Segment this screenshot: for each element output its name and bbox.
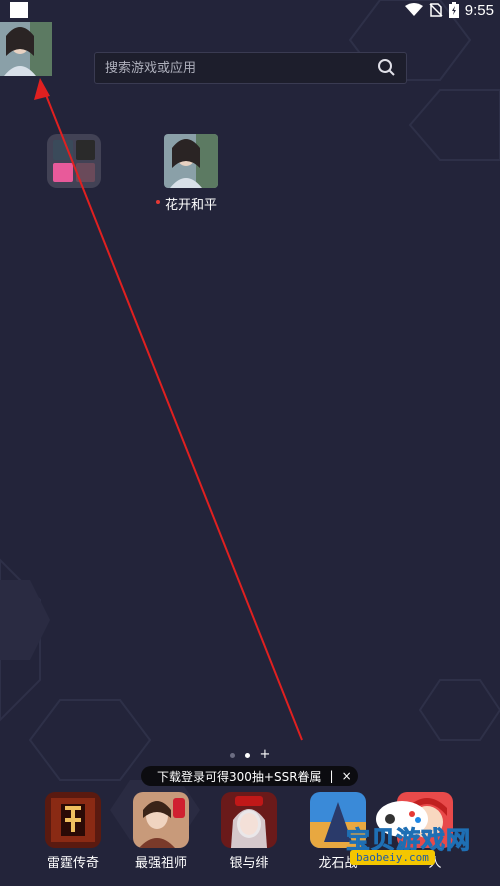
clock: 9:55	[464, 1, 494, 19]
dock-item-label: 银与绯	[229, 856, 269, 871]
floating-app-avatar[interactable]	[0, 22, 52, 76]
status-bar: 9:55	[0, 0, 500, 20]
battery-charging-icon	[448, 2, 459, 18]
search-input[interactable]	[95, 59, 376, 77]
yin-yu-fei-icon	[221, 792, 277, 848]
search-bar[interactable]	[94, 52, 407, 84]
promo-banner[interactable]: 下载登录可得300抽+SSR眷属 | ×	[141, 766, 358, 786]
wifi-icon	[404, 3, 423, 16]
page-indicator[interactable]: +	[0, 748, 500, 761]
page-dot-active[interactable]	[244, 752, 250, 758]
page-dot[interactable]	[229, 752, 235, 758]
zuiqiang-zushi-icon	[133, 792, 189, 848]
app-label: 花开和平	[165, 198, 218, 213]
folder-app-thumb	[75, 162, 95, 182]
folder-app-thumb	[53, 162, 73, 182]
new-badge-dot	[156, 200, 160, 204]
leiting-chuanqi-icon	[45, 792, 101, 848]
dock-item-label: 雷霆传奇	[46, 856, 99, 871]
promo-banner-text: 下载登录可得300抽+SSR眷属	[157, 769, 322, 784]
huakai-heping-app-icon[interactable]	[164, 134, 218, 188]
add-page-icon[interactable]: +	[260, 748, 271, 761]
app-folder[interactable]	[47, 134, 101, 188]
dock-item-label: 最强祖师	[134, 856, 187, 871]
search-icon[interactable]	[376, 57, 398, 79]
status-icons: 9:55	[404, 0, 494, 20]
no-sim-icon	[429, 3, 443, 17]
folder-app-thumb	[53, 140, 73, 160]
notification-icon	[10, 2, 28, 18]
watermark: 宝贝游戏网 baobeiy.com	[330, 801, 500, 886]
folder-app-thumb	[75, 140, 95, 160]
watermark-url: baobeiy.com	[350, 850, 435, 865]
close-icon[interactable]: ×	[342, 769, 352, 783]
banner-separator: |	[329, 769, 334, 783]
